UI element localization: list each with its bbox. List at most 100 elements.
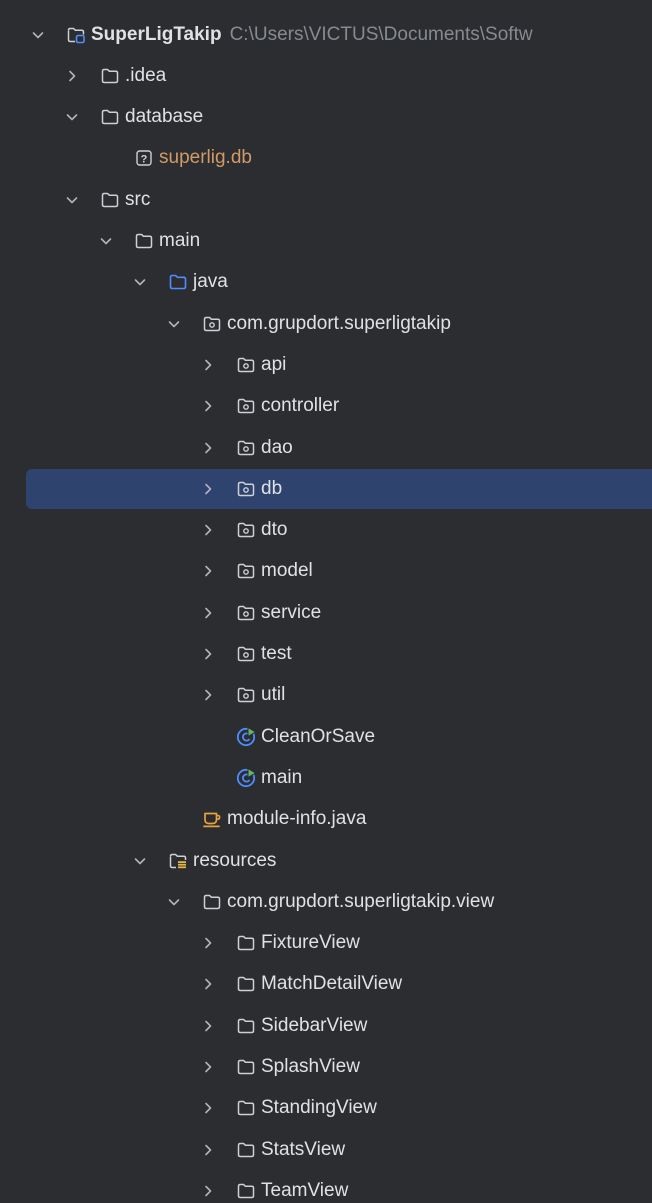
chevron-right-icon[interactable]	[63, 67, 81, 85]
tree-item-label: util	[261, 684, 286, 706]
tree-item-label: SidebarView	[261, 1014, 368, 1036]
chevron-right-icon[interactable]	[199, 604, 217, 622]
java-class-runnable-icon	[235, 767, 257, 789]
tree-item-db[interactable]: db	[0, 468, 652, 510]
chevron-right-icon[interactable]	[199, 1017, 217, 1035]
package-icon	[235, 560, 257, 582]
tree-item-label: SuperLigTakip	[91, 23, 222, 45]
chevron-right-icon[interactable]	[199, 480, 217, 498]
tree-item-teamview[interactable]: TeamView	[0, 1170, 652, 1203]
chevron-right-icon[interactable]	[199, 1058, 217, 1076]
tree-item-model[interactable]: model	[0, 551, 652, 592]
chevron-down-icon[interactable]	[63, 191, 81, 209]
tree-item-label: module-info.java	[227, 808, 367, 830]
chevron-right-icon[interactable]	[199, 1141, 217, 1159]
folder-icon	[133, 230, 155, 252]
package-icon	[235, 643, 257, 665]
chevron-right-icon[interactable]	[199, 521, 217, 539]
project-path: C:\Users\VICTUS\Documents\Softw	[229, 23, 533, 45]
tree-item-label: FixtureView	[261, 932, 360, 954]
tree-item-label: main	[261, 766, 303, 788]
chevron-down-icon[interactable]	[29, 26, 47, 44]
tree-item-label: dto	[261, 519, 288, 541]
folder-icon	[235, 932, 257, 954]
tree-item-label: .idea	[125, 64, 167, 86]
package-icon	[201, 313, 223, 335]
tree-item-label: com.grupdort.superligtakip	[227, 312, 451, 334]
tree-item-standingview[interactable]: StandingView	[0, 1088, 652, 1129]
tree-item-label: TeamView	[261, 1179, 349, 1201]
chevron-right-icon[interactable]	[199, 439, 217, 457]
tree-item-label: src	[125, 188, 151, 210]
tree-item-label: com.grupdort.superligtakip.view	[227, 890, 495, 912]
project-tree: SuperLigTakip C:\Users\VICTUS\Documents\…	[0, 0, 652, 1203]
folder-icon	[235, 1056, 257, 1078]
chevron-right-icon[interactable]	[199, 1182, 217, 1200]
java-module-info-icon	[201, 808, 223, 830]
folder-icon	[201, 891, 223, 913]
chevron-right-icon[interactable]	[199, 934, 217, 952]
tree-item-database[interactable]: database	[0, 97, 652, 138]
tree-item-superlig-db[interactable]: ? superlig.db	[0, 138, 652, 179]
tree-item-fixtureview[interactable]: FixtureView	[0, 923, 652, 964]
chevron-down-icon[interactable]	[131, 273, 149, 291]
tree-item-label: CleanOrSave	[261, 725, 376, 747]
tree-item-java[interactable]: java	[0, 262, 652, 303]
tree-item-service[interactable]: service	[0, 592, 652, 633]
chevron-right-icon[interactable]	[199, 356, 217, 374]
tree-item-statsview[interactable]: StatsView	[0, 1129, 652, 1170]
chevron-down-icon[interactable]	[165, 315, 183, 333]
tree-item-label: MatchDetailView	[261, 973, 403, 995]
folder-icon	[235, 1180, 257, 1202]
package-icon	[235, 602, 257, 624]
tree-item-cleanorsave[interactable]: CleanOrSave	[0, 716, 652, 757]
tree-item-util[interactable]: util	[0, 675, 652, 716]
tree-item-label: db	[261, 477, 283, 499]
package-icon	[235, 519, 257, 541]
tree-item-splashview[interactable]: SplashView	[0, 1047, 652, 1088]
chevron-down-icon[interactable]	[165, 893, 183, 911]
folder-icon	[235, 1015, 257, 1037]
project-module-icon	[65, 24, 87, 46]
tree-item-matchdetailview[interactable]: MatchDetailView	[0, 964, 652, 1005]
chevron-right-icon[interactable]	[199, 645, 217, 663]
chevron-right-icon[interactable]	[199, 397, 217, 415]
package-icon	[235, 478, 257, 500]
tree-item-label: controller	[261, 395, 340, 417]
folder-icon	[99, 106, 121, 128]
source-root-folder-icon	[167, 271, 189, 293]
tree-item-api[interactable]: api	[0, 344, 652, 385]
tree-item-label: main	[159, 230, 201, 251]
tree-item-label: superlig.db	[159, 147, 252, 169]
chevron-right-icon[interactable]	[199, 562, 217, 580]
tree-item-superligtakip[interactable]: SuperLigTakip C:\Users\VICTUS\Documents\…	[0, 14, 652, 55]
tree-item-label: SplashView	[261, 1056, 360, 1077]
tree-item-label: StatsView	[261, 1138, 346, 1160]
tree-item-main-class[interactable]: main	[0, 757, 652, 798]
chevron-right-icon[interactable]	[199, 686, 217, 704]
tree-item-idea[interactable]: .idea	[0, 55, 652, 96]
tree-item-label: resources	[193, 849, 277, 871]
chevron-down-icon[interactable]	[131, 852, 149, 870]
tree-item-root-package[interactable]: com.grupdort.superligtakip	[0, 303, 652, 344]
folder-icon	[235, 1097, 257, 1119]
tree-item-module-info[interactable]: module-info.java	[0, 799, 652, 840]
package-icon	[235, 395, 257, 417]
tree-item-label: dao	[261, 436, 293, 458]
tree-item-label: database	[125, 106, 204, 128]
tree-item-sidebarview[interactable]: SidebarView	[0, 1005, 652, 1046]
tree-item-resources[interactable]: resources	[0, 840, 652, 881]
chevron-right-icon[interactable]	[199, 1099, 217, 1117]
tree-item-src[interactable]: src	[0, 179, 652, 220]
tree-item-dao[interactable]: dao	[0, 427, 652, 468]
svg-text:?: ?	[141, 154, 148, 166]
chevron-right-icon[interactable]	[199, 975, 217, 993]
tree-item-label: service	[261, 601, 322, 623]
tree-item-dto[interactable]: dto	[0, 510, 652, 551]
tree-item-view-folder[interactable]: com.grupdort.superligtakip.view	[0, 881, 652, 922]
tree-item-main-folder[interactable]: main	[0, 221, 652, 262]
chevron-down-icon[interactable]	[97, 232, 115, 250]
tree-item-controller[interactable]: controller	[0, 386, 652, 427]
tree-item-test[interactable]: test	[0, 634, 652, 675]
chevron-down-icon[interactable]	[63, 108, 81, 126]
